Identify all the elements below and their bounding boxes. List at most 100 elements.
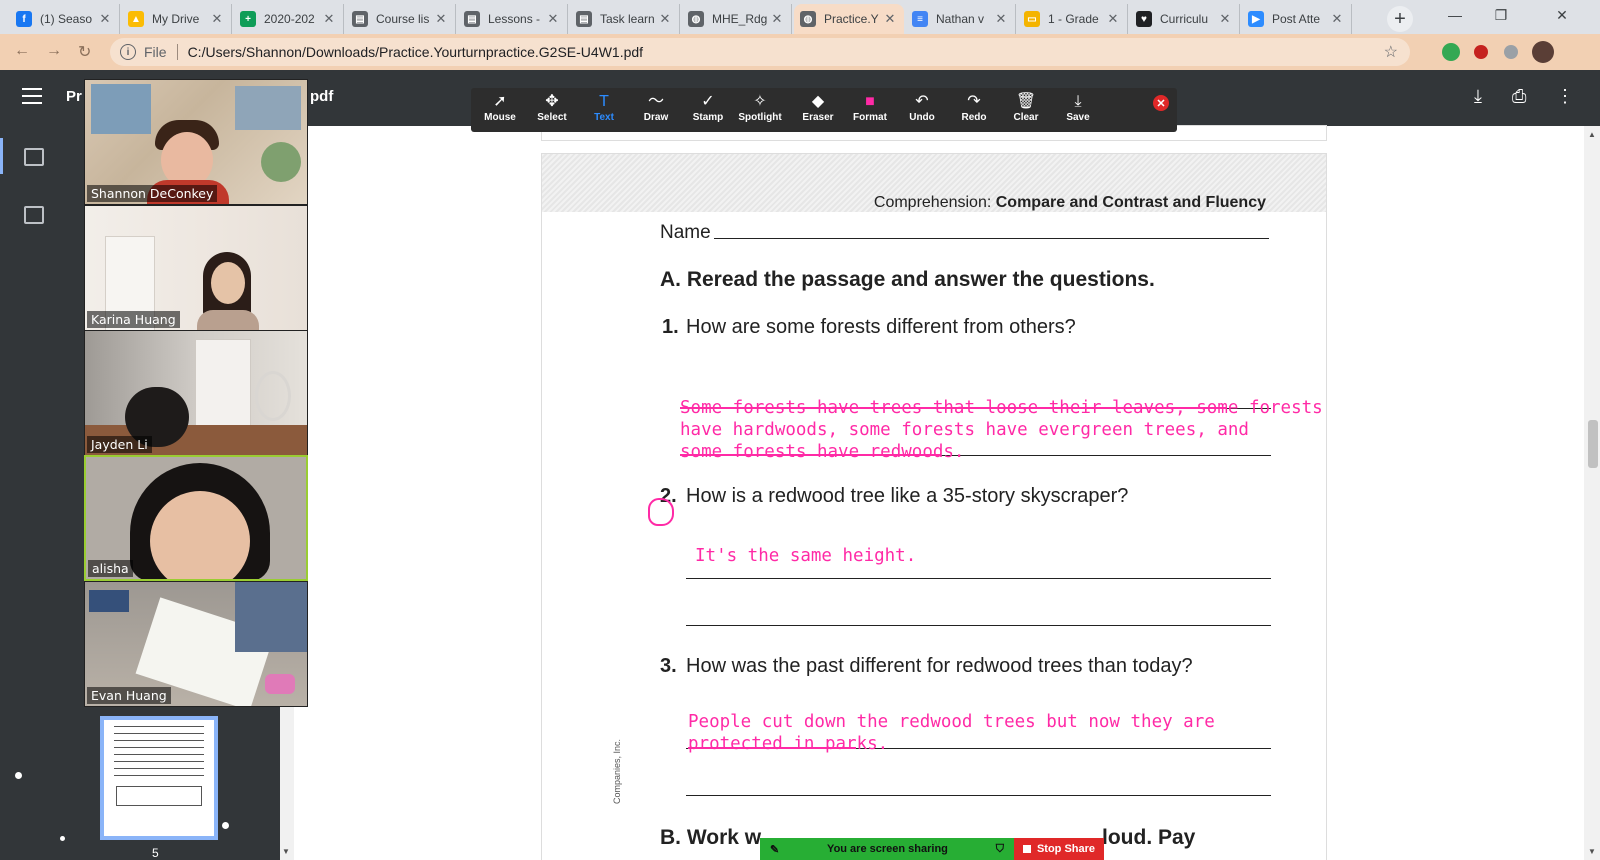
extension-puzzle-icon[interactable] — [1504, 45, 1518, 59]
drag-handle-icon[interactable]: ✎ — [770, 843, 779, 856]
browser-tab[interactable]: ▶ Post Atte ✕ — [1242, 4, 1352, 34]
browser-tab[interactable]: f (1) Seaso ✕ — [10, 4, 120, 34]
tab-title: Practice.Y — [824, 12, 879, 26]
video-tile-active-speaker[interactable]: alisha — [84, 455, 308, 581]
tool-select[interactable]: ✥ Select — [525, 92, 579, 130]
answer-line — [686, 795, 1271, 796]
tab-title: 2020-202 — [264, 12, 315, 26]
shield-icon: ⛉ — [995, 842, 1004, 855]
restore-icon[interactable]: ❐ — [1478, 0, 1524, 30]
tab-close-icon[interactable]: ✕ — [769, 11, 785, 27]
tab-close-icon[interactable]: ✕ — [882, 11, 898, 27]
tool-draw[interactable]: 〜 Draw — [629, 92, 683, 130]
back-arrow-icon[interactable]: ← — [14, 42, 30, 60]
browser-tab[interactable]: ▤ Lessons - ✕ — [458, 4, 568, 34]
tab-close-icon[interactable]: ✕ — [1329, 11, 1345, 27]
squiggle-icon: 〜 — [647, 93, 664, 110]
browser-tab[interactable]: ♥ Curriculu ✕ — [1130, 4, 1240, 34]
typed-answer-line[interactable]: have hardwoods, some forests have evergr… — [680, 419, 1249, 441]
tab-close-icon[interactable]: ✕ — [97, 11, 113, 27]
browser-tab[interactable]: ◍ MHE_Rdg ✕ — [682, 4, 792, 34]
tool-text[interactable]: T Text — [577, 92, 631, 130]
scroll-down-icon[interactable]: ▼ — [1588, 847, 1596, 856]
tool-clear[interactable]: 🗑 Clear — [999, 92, 1053, 130]
browser-tab[interactable]: ◍ Practice.Y ✕ — [794, 4, 904, 34]
bookmark-star-icon[interactable]: ☆ — [1384, 42, 1398, 62]
typed-answer-line[interactable]: It's the same height. — [695, 545, 916, 567]
tab-close-icon[interactable]: ✕ — [993, 11, 1009, 27]
page-thumbnail[interactable] — [100, 716, 218, 840]
download-icon[interactable]: ⤓ — [1474, 86, 1482, 107]
minimize-icon[interactable]: — — [1432, 0, 1478, 30]
annotation-dot — [222, 822, 229, 829]
hamburger-menu-icon[interactable] — [22, 88, 42, 109]
document-icon: ▤ — [576, 11, 592, 27]
tab-title: Course lis — [376, 12, 430, 26]
tab-close-icon[interactable]: ✕ — [209, 11, 225, 27]
tool-label: Format — [853, 112, 887, 123]
tab-close-icon[interactable]: ✕ — [1105, 11, 1121, 27]
strike-line — [688, 747, 856, 749]
forward-arrow-icon[interactable]: → — [46, 42, 62, 60]
more-vert-icon[interactable]: ⋮ — [1556, 86, 1574, 107]
tool-redo[interactable]: ↷ Redo — [947, 92, 1001, 130]
close-window-icon[interactable]: ✕ — [1524, 0, 1600, 30]
tool-label: Undo — [909, 112, 935, 123]
participant-name: Evan Huang — [87, 687, 171, 704]
sharing-status[interactable]: ✎ You are screen sharing ⛉ — [760, 838, 1014, 860]
tool-label: Mouse — [484, 112, 516, 123]
info-icon[interactable]: i — [120, 44, 136, 60]
tab-close-icon[interactable]: ✕ — [657, 11, 673, 27]
tab-close-icon[interactable]: ✕ — [1217, 11, 1233, 27]
typed-answer-line[interactable]: protected in parks. — [688, 733, 888, 755]
browser-tab[interactable]: ▲ My Drive ✕ — [122, 4, 232, 34]
header-title: Compare and Contrast and Fluency — [995, 194, 1266, 211]
browser-tab[interactable]: ≡ Nathan v ✕ — [906, 4, 1016, 34]
extension-evernote-icon[interactable] — [1442, 43, 1460, 61]
stop-square-icon — [1022, 845, 1031, 853]
tab-close-icon[interactable]: ✕ — [321, 11, 337, 27]
reload-icon[interactable]: ↻ — [78, 42, 91, 62]
tool-eraser[interactable]: ◆ Eraser — [791, 92, 845, 130]
pdf-title-start: Pr — [66, 88, 82, 105]
extension-ublock-icon[interactable] — [1474, 45, 1488, 59]
browser-tab[interactable]: ▤ Task learn ✕ — [570, 4, 680, 34]
new-tab-button[interactable]: + — [1387, 6, 1413, 32]
tool-stamp[interactable]: ✓ Stamp — [681, 92, 735, 130]
browser-tab[interactable]: +2020-202 ✕ — [234, 4, 344, 34]
profile-avatar[interactable] — [1532, 41, 1554, 63]
video-tile[interactable]: Shannon DeConkey — [84, 79, 308, 205]
scrollbar-thumb[interactable] — [1588, 420, 1598, 468]
browser-tab[interactable]: ▭ 1 - Grade ✕ — [1018, 4, 1128, 34]
url-omnibox[interactable]: i File C:/Users/Shannon/Downloads/Practi… — [110, 38, 1410, 66]
background-dresser — [195, 339, 251, 427]
tool-undo[interactable]: ↶ Undo — [895, 92, 949, 130]
video-tile[interactable]: Karina Huang — [84, 205, 308, 331]
google-sheets-icon: + — [240, 11, 256, 27]
browser-tab[interactable]: ▤ Course lis ✕ — [346, 4, 456, 34]
main-scrollbar[interactable]: ▲ ▼ — [1584, 126, 1600, 860]
text-cursor-marker — [648, 498, 674, 526]
thumbnails-icon[interactable] — [24, 148, 44, 166]
tab-close-icon[interactable]: ✕ — [545, 11, 561, 27]
typed-answer-line[interactable]: some forests have redwoods. — [680, 441, 964, 463]
strike-line — [680, 454, 940, 456]
tool-save[interactable]: ⤓ Save — [1051, 92, 1105, 130]
video-tile[interactable]: Evan Huang — [84, 581, 308, 707]
tab-close-icon[interactable]: ✕ — [433, 11, 449, 27]
pdf-title-end: pdf — [310, 88, 334, 105]
scroll-down-icon[interactable]: ▼ — [282, 847, 290, 856]
tab-title: Task learn — [600, 12, 655, 26]
tool-mouse[interactable]: ➚ Mouse — [473, 92, 527, 130]
print-icon[interactable]: ⎙ — [1512, 86, 1526, 107]
tool-spotlight[interactable]: ✧ Spotlight — [733, 92, 787, 130]
url-text[interactable]: C:/Users/Shannon/Downloads/Practice.Your… — [188, 44, 643, 60]
scroll-up-icon[interactable]: ▲ — [1588, 130, 1596, 139]
outline-icon[interactable] — [24, 206, 44, 224]
tool-format[interactable]: ■ Format — [843, 92, 897, 130]
stop-share-button[interactable]: Stop Share — [1014, 838, 1104, 860]
section-a-heading: A. Reread the passage and answer the que… — [660, 268, 1155, 291]
close-annotation-icon[interactable]: ✕ — [1153, 95, 1169, 111]
typed-answer-line[interactable]: People cut down the redwood trees but no… — [688, 711, 1215, 733]
video-tile[interactable]: Jayden Li — [84, 330, 308, 456]
